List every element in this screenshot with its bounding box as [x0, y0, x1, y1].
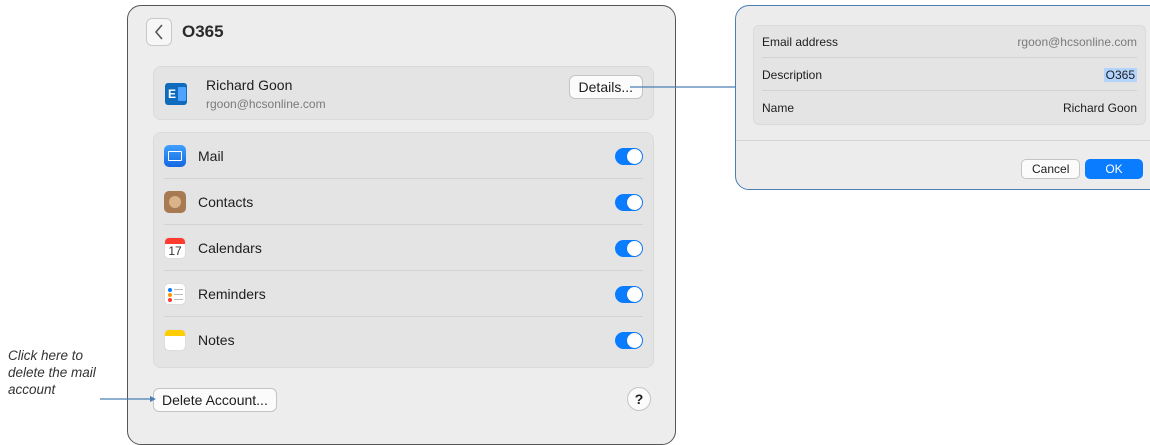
callout-arrow-icon	[150, 396, 156, 402]
callout-lines	[100, 86, 736, 402]
